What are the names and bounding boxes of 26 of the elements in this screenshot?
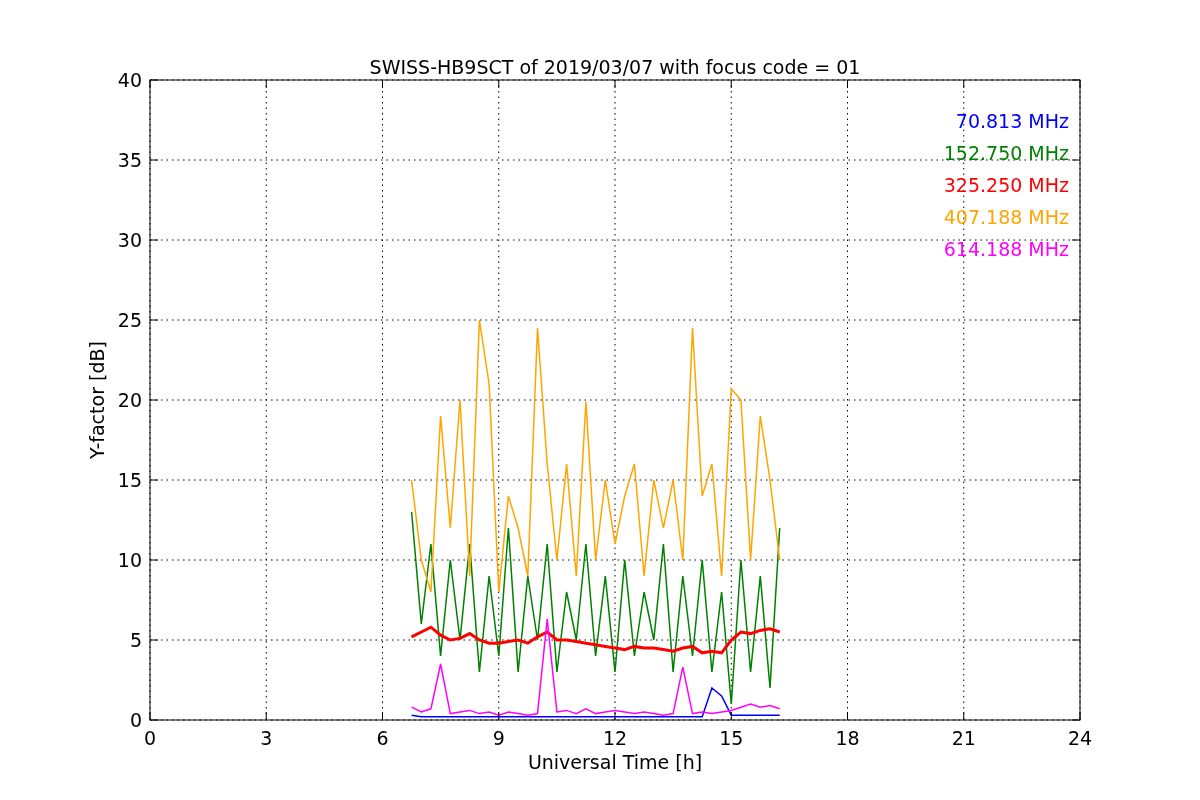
tick-label: 6: [376, 727, 389, 749]
tick-label: 24: [1067, 727, 1093, 749]
y-axis-label: Y-factor [dB]: [86, 341, 108, 459]
x-axis-label: Universal Time [h]: [527, 751, 703, 773]
tick-label: 15: [719, 727, 744, 749]
tick-label: 30: [117, 229, 142, 251]
tick-label: 20: [117, 389, 142, 411]
tick-label: 35: [117, 149, 142, 171]
tick-label: 9: [492, 727, 505, 749]
legend-label: 325.250 MHz: [943, 174, 1069, 196]
tick-label: 5: [129, 629, 142, 651]
tick-label: 0: [143, 727, 157, 749]
tick-label: 12: [602, 727, 628, 749]
tick-label: 40: [117, 69, 142, 91]
tick-label: 15: [117, 469, 142, 491]
tick-label: 18: [835, 727, 860, 749]
legend-label: 70.813 MHz: [955, 110, 1069, 132]
tick-label: 10: [117, 549, 142, 571]
legend-label: 152.750 MHz: [943, 142, 1069, 164]
chart-title: SWISS-HB9SCT of 2019/03/07 with focus code = 01: [369, 56, 861, 78]
legend-label: 614.188 MHz: [943, 238, 1069, 260]
tick-label: 25: [117, 309, 142, 331]
legend-label: 407.188 MHz: [943, 206, 1069, 228]
tick-label: 3: [260, 727, 273, 749]
tick-label: 21: [951, 727, 976, 749]
tick-label: 0: [129, 709, 142, 731]
